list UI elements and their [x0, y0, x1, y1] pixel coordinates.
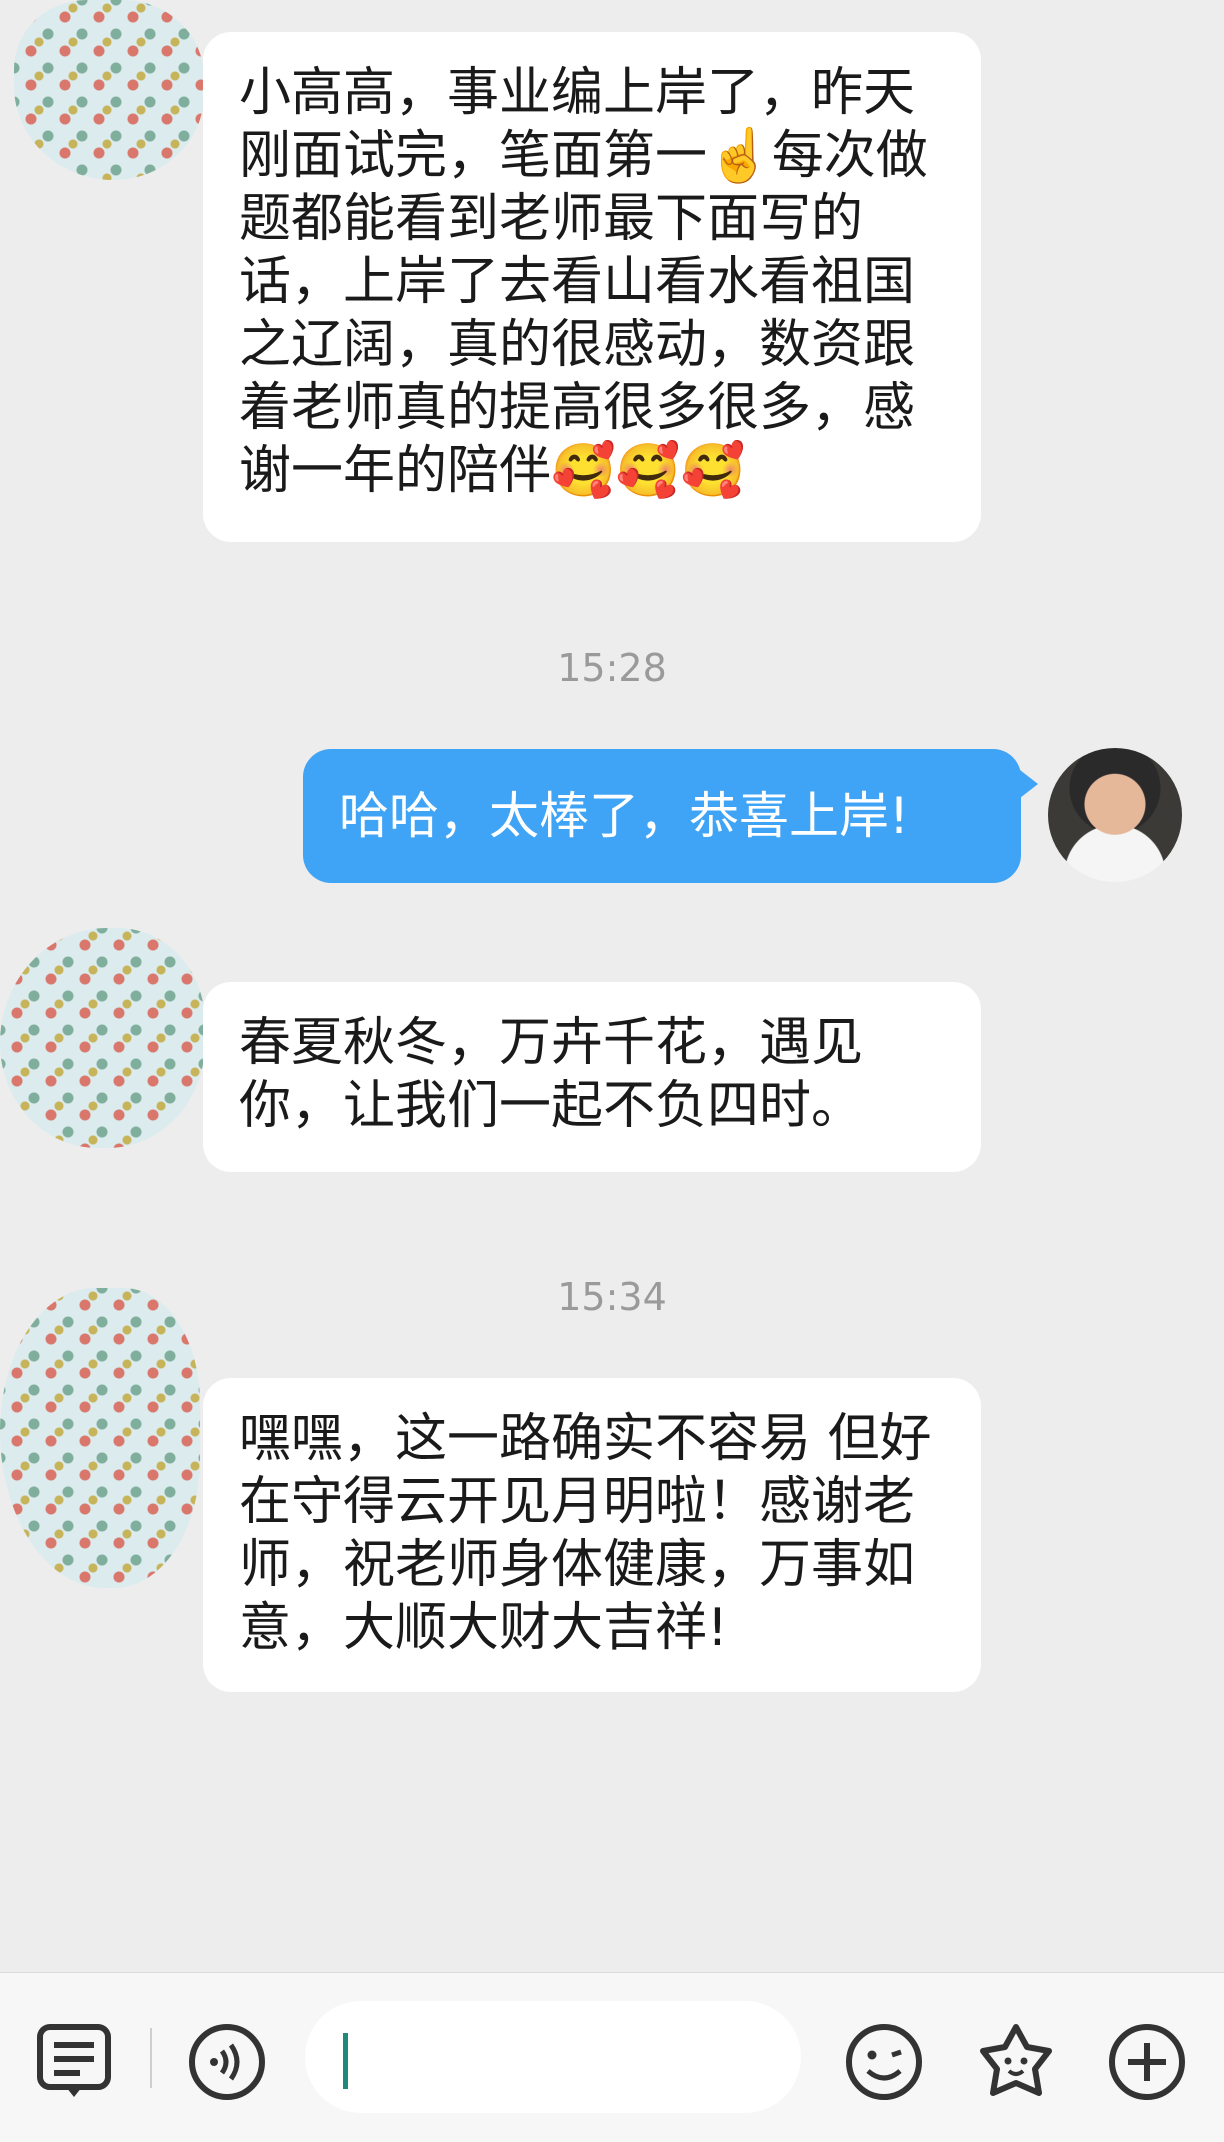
message-text: 嘿嘿，这一路确实不容易 但好在守得云开见月明啦！感谢老师，祝老师身体健康，万事如…	[239, 1409, 932, 1658]
timestamp: 15:28	[557, 646, 667, 690]
divider	[150, 2028, 152, 2088]
contact-avatar[interactable]	[0, 1288, 200, 1588]
emoji-icon[interactable]	[843, 2021, 925, 2103]
voice-icon[interactable]	[186, 2021, 268, 2103]
plus-icon[interactable]	[1106, 2021, 1188, 2103]
input-toolbar	[0, 1972, 1224, 2142]
incoming-message-bubble[interactable]: 小高高，事业编上岸了，昨天刚面试完，笔面第一☝️每次做题都能看到老师最下面写的话…	[203, 32, 981, 542]
self-avatar[interactable]	[1048, 748, 1182, 882]
message-text: 春夏秋冬，万卉千花，遇见你，让我们一起不负四时。	[239, 1013, 864, 1136]
bubble-tail	[1020, 770, 1038, 798]
outgoing-message-bubble[interactable]: 哈哈，太棒了，恭喜上岸!	[303, 749, 1021, 883]
sticker-icon[interactable]	[975, 2021, 1057, 2103]
incoming-message-bubble[interactable]: 春夏秋冬，万卉千花，遇见你，让我们一起不负四时。	[203, 982, 981, 1172]
chat-area: 小高高，事业编上岸了，昨天刚面试完，笔面第一☝️每次做题都能看到老师最下面写的话…	[0, 0, 1224, 1970]
incoming-message-bubble[interactable]: 嘿嘿，这一路确实不容易 但好在守得云开见月明啦！感谢老师，祝老师身体健康，万事如…	[203, 1378, 981, 1692]
menu-icon[interactable]	[34, 2021, 116, 2103]
contact-avatar[interactable]	[14, 0, 204, 180]
contact-avatar[interactable]	[0, 928, 205, 1148]
message-input[interactable]	[305, 2001, 801, 2113]
timestamp: 15:34	[557, 1275, 667, 1319]
text-caret	[343, 2033, 348, 2089]
message-text: 小高高，事业编上岸了，昨天刚面试完，笔面第一☝️每次做题都能看到老师最下面写的话…	[239, 63, 928, 501]
message-text: 哈哈，太棒了，恭喜上岸!	[339, 787, 910, 845]
